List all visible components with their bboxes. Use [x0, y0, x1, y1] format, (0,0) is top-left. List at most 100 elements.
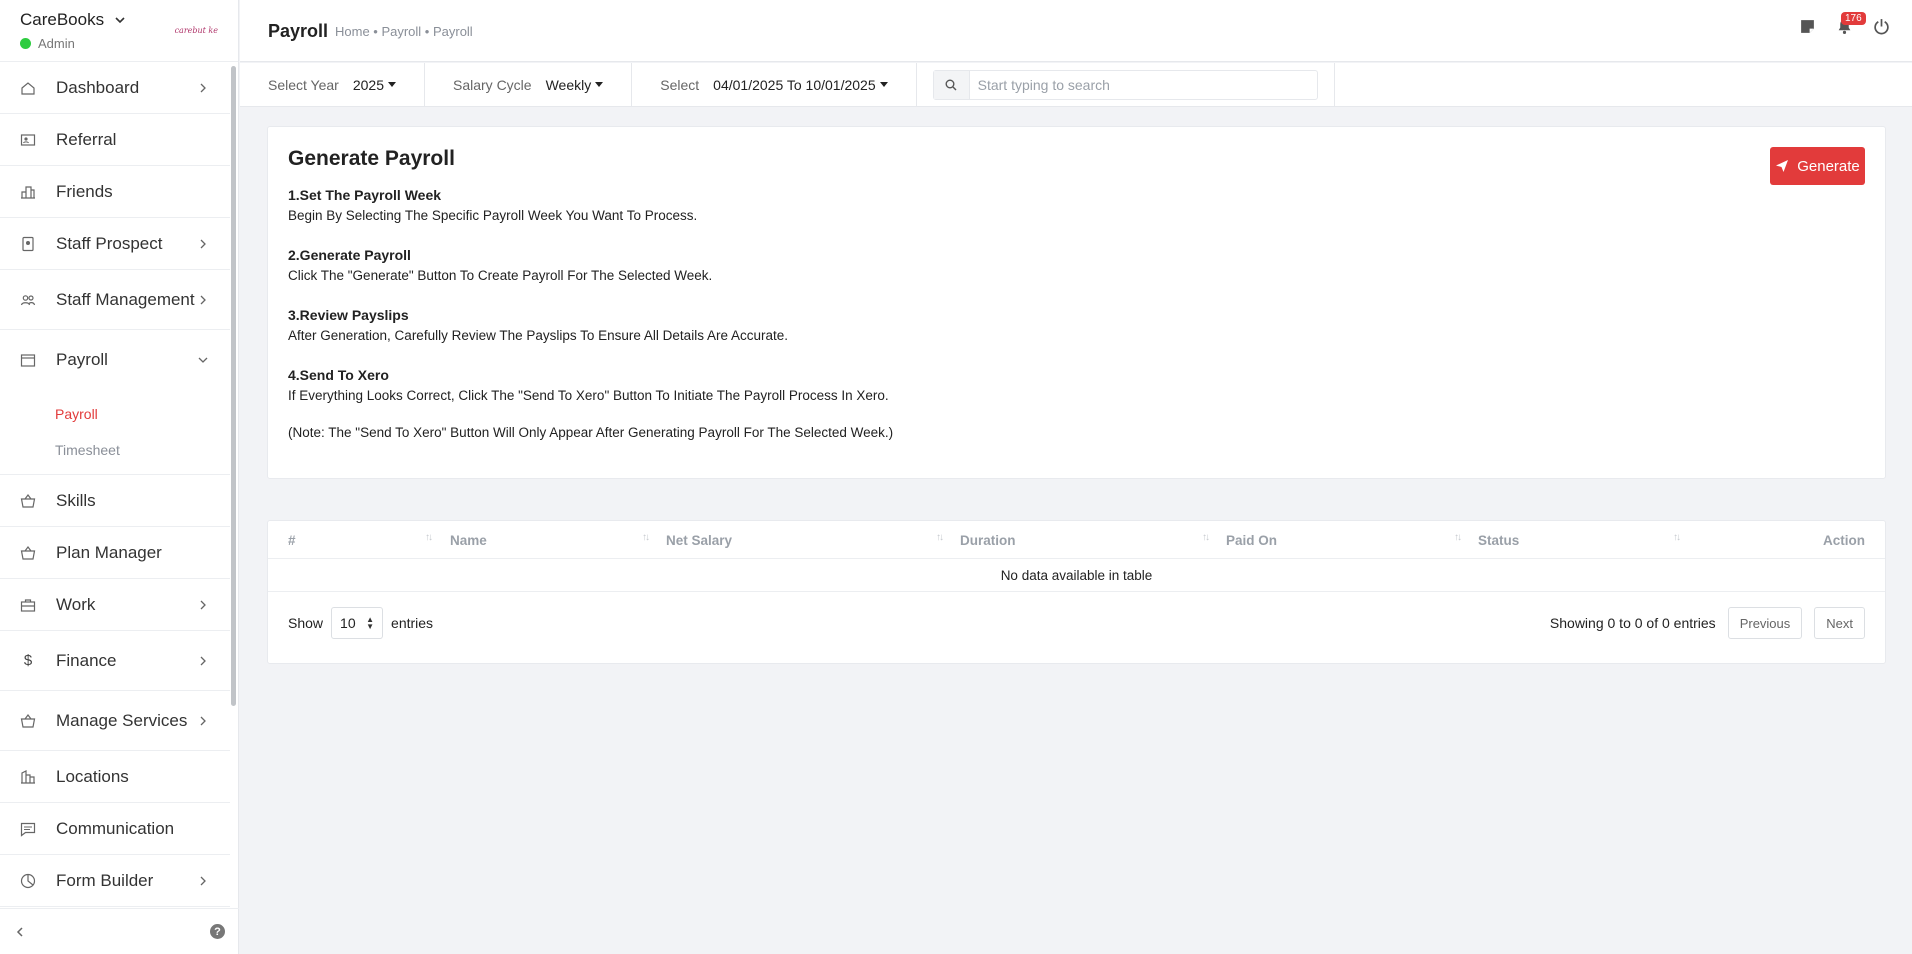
sidebar-item-label: Staff Prospect — [56, 233, 163, 253]
sidebar-item-communication[interactable]: Communication — [0, 803, 230, 855]
column-header-name[interactable]: Name — [450, 533, 487, 548]
filter-divider — [1333, 62, 1335, 107]
instruction-step: 3.Review Payslips After Generation, Care… — [288, 305, 1865, 346]
salary-cycle-filter: Salary Cycle Weekly — [425, 62, 633, 107]
dollar-icon: $ — [23, 652, 33, 669]
step-text: If Everything Looks Correct, Click The "… — [288, 388, 889, 403]
sidebar-item-friends[interactable]: Friends — [0, 166, 230, 218]
date-range-dropdown[interactable]: 04/01/2025 To 10/01/2025 — [713, 77, 888, 93]
sidebar-item-payroll[interactable]: Payroll — [0, 330, 230, 390]
chevron-right-icon — [200, 295, 206, 304]
generate-button[interactable]: Generate — [1770, 147, 1865, 185]
sidebar-item-skills[interactable]: Skills — [0, 475, 230, 527]
sidebar-item-dashboard[interactable]: Dashboard — [0, 62, 230, 114]
sidebar-item-label: Dashboard — [56, 77, 140, 97]
instruction-step: 2.Generate Payroll Click The "Generate" … — [288, 245, 1865, 286]
notifications-bell-icon[interactable]: 176 — [1836, 12, 1866, 35]
sidebar-subitem-payroll[interactable]: Payroll — [0, 396, 230, 432]
notes-icon[interactable] — [1799, 18, 1816, 35]
sidebar-item-label: Work — [56, 594, 96, 614]
table-footer: Show 10 ▲ ▼ entries Showing 0 to 0 of 0 e… — [288, 605, 1865, 641]
help-icon[interactable]: ? — [210, 924, 225, 939]
collapse-sidebar-icon[interactable] — [14, 926, 26, 938]
salary-cycle-dropdown[interactable]: Weekly — [546, 77, 604, 93]
column-header-net-salary[interactable]: Net Salary — [666, 533, 732, 548]
breadcrumb: Home • Payroll • Payroll — [335, 24, 473, 39]
sort-icon: ↑↓ — [936, 532, 944, 543]
chevron-right-icon — [200, 239, 206, 248]
search-box — [932, 69, 1318, 100]
step-text: After Generation, Carefully Review The P… — [288, 328, 788, 343]
sidebar-item-form-builder[interactable]: Form Builder — [0, 855, 230, 907]
home-icon — [20, 80, 36, 96]
sort-icon: ↑↓ — [1202, 532, 1210, 543]
search-input[interactable] — [969, 76, 1317, 93]
page-title: Payroll — [268, 21, 329, 41]
sidebar-item-label: Manage Services — [56, 710, 188, 730]
card-title: Generate Payroll — [288, 147, 455, 170]
column-header-index[interactable]: # — [288, 533, 296, 548]
sidebar-item-label: Form Builder — [56, 870, 154, 890]
sidebar-item-referral[interactable]: Referral — [0, 114, 230, 166]
top-bar-actions: 176 — [1799, 12, 1890, 35]
chevron-right-icon — [200, 656, 206, 665]
sidebar-item-staff-prospect[interactable]: Staff Prospect — [0, 218, 230, 270]
notification-count-badge: 176 — [1841, 12, 1866, 25]
sort-icon: ↑↓ — [425, 532, 433, 543]
sidebar-item-plan-manager[interactable]: Plan Manager — [0, 527, 230, 579]
sidebar: CareBooks Admin carebut ke Dashboard Ref… — [0, 0, 239, 954]
filter-bar: Select Year 2025 Salary Cycle Weekly Sel… — [240, 62, 1912, 107]
building-icon — [20, 184, 36, 200]
brand-name: CareBooks — [20, 10, 105, 29]
chevron-right-icon — [200, 600, 206, 609]
sidebar-item-manage-services[interactable]: Manage Services — [0, 691, 230, 751]
id-card-icon — [20, 132, 36, 148]
page-length-select[interactable]: 10 ▲ ▼ — [331, 607, 384, 639]
basket-icon — [20, 545, 36, 561]
payroll-table-card: # ↑↓ Name ↑↓ Net Salary ↑↓ Duration ↑↓ P… — [267, 520, 1886, 664]
date-range-label: Select — [660, 76, 700, 93]
sidebar-subitem-timesheet[interactable]: Timesheet — [0, 432, 230, 468]
basket-icon — [20, 493, 36, 509]
instruction-step: 1.Set The Payroll Week Begin By Selectin… — [288, 185, 1865, 226]
message-icon — [20, 821, 36, 837]
search-icon — [933, 70, 970, 99]
calendar-icon — [20, 352, 36, 368]
generate-button-label: Generate — [1797, 157, 1860, 175]
briefcase-icon — [20, 597, 36, 613]
sidebar-item-work[interactable]: Work — [0, 579, 230, 631]
online-status-dot — [20, 38, 31, 49]
sidebar-item-label: Locations — [56, 766, 129, 786]
users-icon — [20, 292, 36, 308]
sidebar-header: CareBooks Admin carebut ke — [0, 0, 238, 62]
sidebar-item-staff-management[interactable]: Staff Management — [0, 270, 230, 330]
sidebar-scrollbar[interactable] — [231, 66, 236, 706]
chevron-right-icon — [200, 876, 206, 885]
column-header-paid-on[interactable]: Paid On — [1226, 533, 1277, 548]
top-bar: Payroll Home • Payroll • Payroll 176 — [240, 0, 1912, 62]
sidebar-item-label: Referral — [56, 129, 117, 149]
sidebar-item-locations[interactable]: Locations — [0, 751, 230, 803]
step-title: 3.Review Payslips — [288, 307, 409, 323]
year-dropdown[interactable]: 2025 — [353, 77, 396, 93]
chevron-down-icon — [115, 17, 125, 24]
date-range-filter: Select 04/01/2025 To 10/01/2025 — [632, 62, 917, 107]
show-label: Show — [288, 615, 324, 631]
sidebar-item-label: Skills — [56, 490, 96, 510]
step-title: 2.Generate Payroll — [288, 247, 411, 263]
sort-icon: ↑↓ — [642, 532, 650, 543]
sidebar-item-label: Communication — [56, 818, 175, 838]
power-icon[interactable] — [1873, 18, 1890, 35]
column-header-status[interactable]: Status — [1478, 533, 1519, 548]
chevron-down-icon — [198, 357, 208, 363]
column-header-duration[interactable]: Duration — [960, 533, 1016, 548]
sidebar-item-finance[interactable]: $ Finance — [0, 631, 230, 691]
previous-page-button[interactable]: Previous — [1727, 607, 1803, 639]
step-text: Click The "Generate" Button To Create Pa… — [288, 268, 713, 283]
chevron-right-icon — [200, 83, 206, 92]
salary-cycle-label: Salary Cycle — [453, 76, 532, 93]
role-label: Admin — [38, 36, 75, 51]
entries-label: entries — [391, 615, 434, 631]
next-page-button[interactable]: Next — [1814, 607, 1865, 639]
updown-arrow-icon: ▲ ▼ — [366, 615, 375, 631]
